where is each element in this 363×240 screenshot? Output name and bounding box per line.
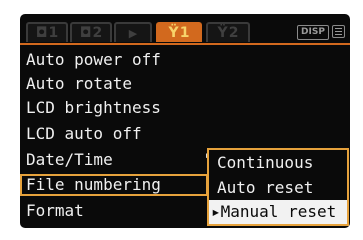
menu-item-lcd-brightness[interactable]: LCD brightness [20, 97, 161, 119]
tab-setup-1[interactable]: Ϋ1 [156, 22, 202, 42]
tab-shooting-2[interactable]: ◘ 2 [70, 22, 112, 42]
tab-setup-2[interactable]: Ϋ2 [206, 22, 250, 42]
camera-lcd-screen: ◘ 1 ◘ 2 ▶ Ϋ1 Ϋ2 DISP Auto power off Auto r… [20, 14, 350, 228]
file-numbering-dropdown: Continuous Auto reset ▸Manual reset [207, 148, 349, 226]
menu-item-format[interactable]: Format [20, 200, 84, 222]
option-continuous[interactable]: Continuous [209, 151, 347, 175]
tab-shooting-1[interactable]: ◘ 1 [26, 22, 68, 42]
menu-item-auto-power-off[interactable]: Auto power off [20, 49, 161, 71]
menu-tab-bar: ◘ 1 ◘ 2 ▶ Ϋ1 Ϋ2 DISP [20, 14, 350, 46]
option-auto-reset[interactable]: Auto reset [209, 176, 347, 200]
tab-number: 1 [48, 25, 59, 41]
option-manual-reset[interactable]: ▸Manual reset [209, 200, 347, 224]
disp-button-label: DISP [297, 25, 329, 40]
camera-icon: ◘ [35, 25, 48, 41]
menu-list-icon [332, 25, 345, 38]
tab-number: 1 [179, 25, 190, 41]
menu-item-date-time[interactable]: Date/Time [20, 149, 113, 171]
tab-number: 2 [92, 25, 103, 41]
menu-item-auto-rotate[interactable]: Auto rotate [20, 73, 132, 95]
selection-arrow-icon: ▸ [211, 202, 221, 221]
playback-icon: ▶ [128, 26, 138, 40]
menu-item-lcd-auto-off[interactable]: LCD auto off [20, 123, 142, 145]
tab-playback[interactable]: ▶ [114, 22, 152, 42]
tab-number: 2 [228, 25, 239, 41]
camera-icon: ◘ [79, 25, 92, 41]
tab-underline [20, 43, 350, 45]
option-label: Manual reset [220, 202, 337, 221]
menu-item-file-numbering[interactable]: File numbering [20, 174, 208, 196]
wrench-icon: Ϋ [217, 25, 228, 41]
wrench-icon: Ϋ [168, 25, 179, 41]
